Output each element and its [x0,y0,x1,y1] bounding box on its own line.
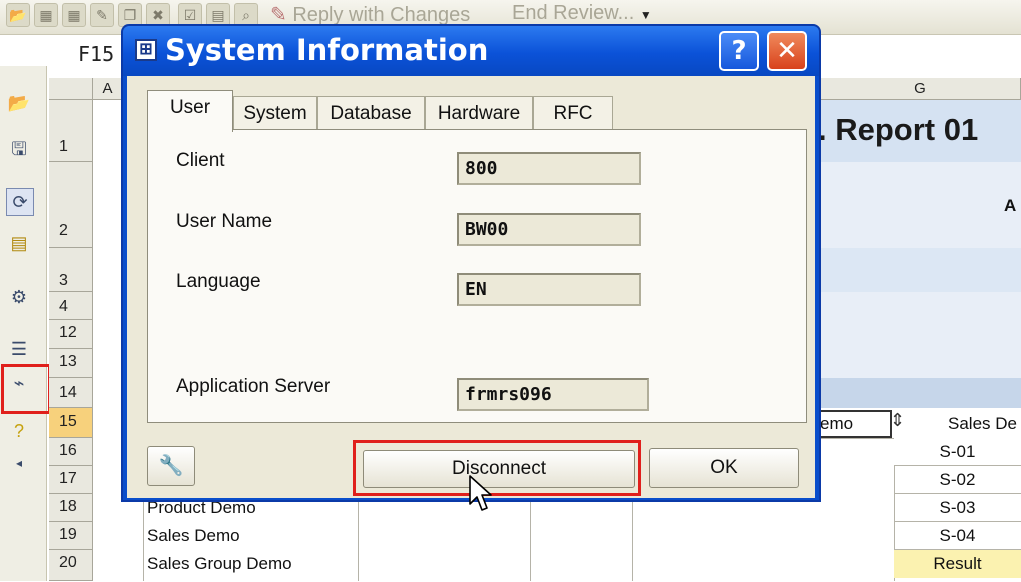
report-header-band [820,248,1021,292]
gridline [358,496,359,581]
language-label: Language [176,271,261,292]
select-all-corner[interactable] [49,78,93,100]
ok-button[interactable]: OK [649,448,799,488]
row-header[interactable]: 12 [49,320,93,349]
tools-icon[interactable]: ⚙ [6,284,32,310]
settings-icon[interactable]: ☰ [6,336,32,362]
user-name-field: BW00 [457,213,641,246]
tools-button[interactable]: 🔧 [147,446,195,486]
edit-icon[interactable]: ✎ [90,3,114,27]
row-header[interactable]: 13 [49,349,93,378]
row-header[interactable]: 20 [49,550,93,581]
tab-database[interactable]: Database [317,96,425,130]
cell-g16[interactable]: S-01 [894,438,1021,466]
mouse-pointer-icon [469,475,492,511]
app-window-icon: ⊞ [135,39,157,61]
gridline [530,496,531,581]
wrench-screwdriver-icon: 🔧 [158,455,184,477]
cell-b20[interactable]: Sales Group Demo [147,553,292,575]
cell-g17[interactable]: S-02 [894,466,1021,494]
application-server-field: frmrs096 [457,378,649,411]
dialog-titlebar[interactable]: ⊞ System Information ? ✕ [123,26,819,76]
row-header[interactable]: 3 [49,248,93,292]
tab-rfc[interactable]: RFC [533,96,613,130]
cell-g19[interactable]: S-04 [894,522,1021,550]
dialog-body: User System Database Hardware RFC Client… [127,76,815,498]
client-field: 800 [457,152,641,185]
row-header[interactable]: 17 [49,466,93,494]
active-cell-f15[interactable]: emo [812,410,892,438]
variables-icon[interactable]: ▤ [6,230,32,256]
report-header-band [820,292,1021,378]
report-title: . Report 01 [818,112,979,147]
tool-icon[interactable]: ▦ [62,3,86,27]
help-icon[interactable]: ? [6,418,32,444]
close-icon: ✕ [776,36,798,66]
arrow-left-icon[interactable]: ◂ [6,450,32,476]
cell-g2: A [1004,196,1017,215]
user-tab-panel: Client 800 User Name BW00 Language EN Ap… [147,129,807,423]
help-icon: ? [731,36,747,66]
application-server-label: Application Server [176,376,331,397]
row-header[interactable]: 18 [49,494,93,522]
row-header[interactable]: 15 [49,408,93,438]
report-header-band [820,162,1021,248]
cell-g20[interactable]: Result [894,550,1021,578]
column-header[interactable]: A [93,78,123,100]
end-review-button[interactable]: End Review... ▼ [512,2,652,25]
open-workbook-icon[interactable]: 📂 [6,90,32,116]
cell-g15[interactable]: Sales De [908,410,1021,438]
name-box[interactable]: F15 [78,42,114,66]
tab-system[interactable]: System [233,96,317,130]
tab-hardware[interactable]: Hardware [425,96,533,130]
cell-b19[interactable]: Sales Demo [147,525,240,547]
row-header[interactable]: 19 [49,522,93,550]
highlight-box [353,440,641,496]
column-header[interactable]: G [820,78,1021,100]
row-header[interactable]: 14 [49,378,93,408]
fill-handle-icon[interactable]: ⇕ [890,410,905,431]
row-header[interactable]: 4 [49,292,93,320]
help-button[interactable]: ? [719,31,759,71]
close-button[interactable]: ✕ [767,31,807,71]
system-information-dialog: ⊞ System Information ? ✕ User System Dat… [121,24,821,502]
reply-icon: ✎ [270,4,287,26]
row-header[interactable]: 16 [49,438,93,466]
gridline [143,496,144,581]
save-icon[interactable]: 🖫 [6,136,32,162]
row-header[interactable]: 1 [49,100,93,162]
cell-g18[interactable]: S-03 [894,494,1021,522]
tab-user[interactable]: User [147,90,233,132]
user-name-label: User Name [176,211,273,232]
dropdown-arrow-icon: ▼ [639,8,652,22]
open-folder-icon[interactable]: 📂 [6,3,30,27]
language-field: EN [457,273,641,306]
row-header[interactable]: 2 [49,162,93,248]
highlight-box [1,364,51,414]
sap-side-toolbar: 📂 🖫 ⟳ ▤ ⚙ ☰ ⌁ ? ◂ [0,66,51,581]
client-label: Client [176,150,225,171]
report-header-band [820,378,1021,408]
refresh-icon[interactable]: ⟳ [6,188,34,216]
tool-icon[interactable]: ▦ [34,3,58,27]
dialog-title: System Information [165,33,489,67]
